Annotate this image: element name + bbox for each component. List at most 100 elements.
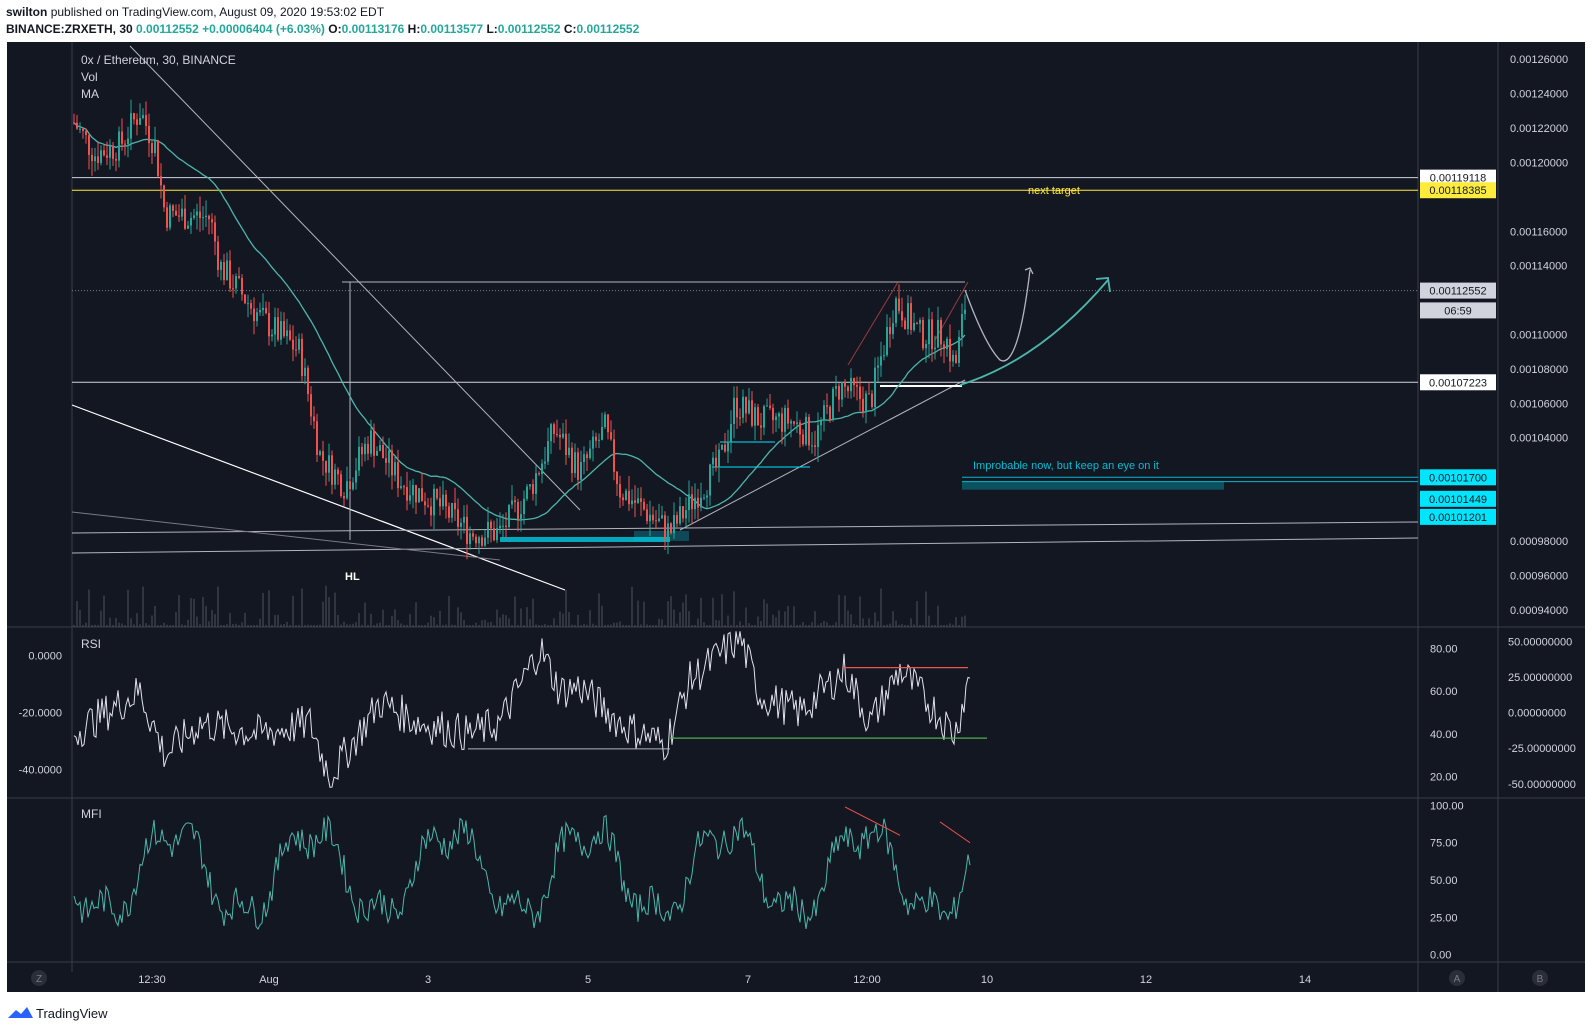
- volume-bar: [592, 623, 594, 627]
- rsi-tick: 20.00: [1430, 772, 1458, 784]
- volume-bar: [652, 624, 654, 627]
- candle-body: [535, 473, 537, 494]
- volume-bar: [595, 624, 597, 627]
- volume-bar: [319, 624, 321, 627]
- candle-body: [493, 528, 495, 541]
- candle-body: [88, 135, 90, 155]
- volume-bar: [226, 624, 228, 627]
- candle-body: [286, 330, 288, 337]
- osc-right-tick: -25.00000000: [1508, 743, 1576, 755]
- axis-button-b[interactable]: B: [1532, 970, 1548, 986]
- candle-body: [811, 445, 813, 447]
- volume-bar: [787, 606, 789, 627]
- chart-canvas[interactable]: 0.00126000 0.00124000 0.00122000 0.00120000…: [0, 0, 1592, 1028]
- volume-bar: [427, 622, 429, 627]
- volume-bar: [844, 595, 846, 627]
- candle-body: [598, 439, 600, 441]
- candle-body: [898, 298, 900, 312]
- candle-body: [277, 317, 279, 340]
- mfi-tick: 75.00: [1430, 838, 1458, 850]
- candle-body: [934, 347, 936, 350]
- volume-bar: [799, 624, 801, 627]
- volume-bar: [448, 596, 450, 627]
- volume-bar: [505, 615, 507, 627]
- candle-body: [673, 515, 675, 534]
- candle-body: [133, 113, 135, 120]
- candle-body: [610, 432, 612, 440]
- candle-body: [877, 365, 879, 368]
- mfi-tick: 25.00: [1430, 912, 1458, 924]
- candle-body: [370, 430, 372, 454]
- volume-bar: [247, 624, 249, 627]
- candle-body: [460, 522, 462, 527]
- candle-body: [271, 334, 273, 337]
- candle-body: [175, 210, 177, 216]
- volume-bar: [205, 606, 207, 627]
- osc-left-tick: -20.0000: [19, 708, 62, 720]
- candle-body: [76, 122, 78, 129]
- volume-bar: [781, 624, 783, 627]
- volume-bar: [88, 589, 90, 627]
- volume-bar: [778, 610, 780, 627]
- volume-bar: [580, 624, 582, 627]
- volume-bar: [433, 617, 435, 627]
- candle-body: [541, 463, 543, 475]
- candle-body: [808, 416, 810, 446]
- candle-body: [229, 260, 231, 289]
- candle-body: [637, 498, 639, 503]
- candle-body: [208, 215, 210, 220]
- volume-bar: [706, 625, 708, 627]
- volume-bar: [721, 594, 723, 627]
- rsi-tick: 80.00: [1430, 643, 1458, 655]
- candle-body: [562, 433, 564, 438]
- volume-bar: [832, 624, 834, 627]
- candle-body: [244, 294, 246, 304]
- candle-body: [445, 494, 447, 507]
- volume-bar: [673, 609, 675, 627]
- volume-bar: [367, 624, 369, 627]
- axis-button-z[interactable]: Z: [31, 970, 47, 986]
- volume-bar: [598, 593, 600, 627]
- candle-body: [775, 416, 777, 421]
- volume-bar: [436, 624, 438, 627]
- candle-body: [736, 397, 738, 418]
- volume-bar: [442, 624, 444, 627]
- volume-bar: [964, 615, 966, 627]
- candle-body: [511, 500, 513, 505]
- volume-bar: [757, 616, 759, 627]
- candle-body: [358, 446, 360, 471]
- axis-button-a[interactable]: A: [1449, 970, 1465, 986]
- candle-body: [958, 336, 960, 363]
- volume-bar: [418, 624, 420, 627]
- candle-body: [709, 464, 711, 496]
- volume-bar: [538, 624, 540, 627]
- candle-body: [862, 398, 864, 413]
- volume-bar: [766, 603, 768, 627]
- chart-background: [7, 42, 1585, 992]
- candle-body: [328, 455, 330, 473]
- svg-text:A: A: [1454, 974, 1461, 985]
- volume-bar: [274, 614, 276, 627]
- volume-bar: [826, 622, 828, 627]
- volume-bar: [655, 624, 657, 627]
- candle-body: [187, 225, 189, 229]
- volume-bar: [496, 609, 498, 627]
- legend-vol: Vol: [81, 70, 98, 84]
- volume-bar: [277, 614, 279, 627]
- candle-body: [619, 484, 621, 498]
- candle-body: [559, 434, 561, 438]
- volume-bar: [286, 621, 288, 627]
- volume-bar: [202, 596, 204, 627]
- price-tick: 0.00124000: [1510, 89, 1568, 101]
- candle-body: [946, 338, 948, 350]
- volume-bar: [748, 623, 750, 627]
- volume-bar: [445, 624, 447, 627]
- candle-body: [106, 155, 108, 158]
- volume-bar: [421, 625, 423, 627]
- candle-body: [751, 400, 753, 426]
- volume-bar: [214, 614, 216, 627]
- candle-body: [340, 474, 342, 497]
- time-tick: 14: [1299, 974, 1311, 986]
- volume-bar: [694, 624, 696, 627]
- candle-body: [157, 140, 159, 177]
